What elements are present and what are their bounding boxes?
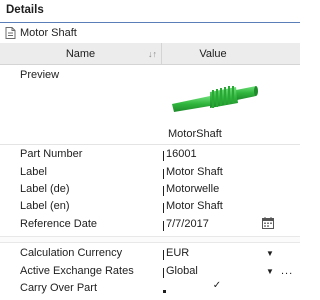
property-name: Label (20, 166, 47, 178)
property-name: Label (de) (20, 183, 70, 195)
setting-row[interactable]: Active Exchange Rates Global (0, 263, 300, 280)
setting-name: Carry Over Part (20, 282, 98, 294)
document-icon (5, 27, 16, 39)
setting-row[interactable]: Carry Over Part (0, 280, 300, 297)
chevron-down-icon[interactable]: ▼ (266, 249, 274, 259)
property-row[interactable]: Part Number 16001 (0, 146, 300, 163)
property-row[interactable]: Reference Date 7/7/2017 (0, 216, 300, 233)
property-name: Label (en) (20, 200, 70, 212)
property-row[interactable]: Label (en) Motor Shaft (0, 198, 300, 215)
property-name: Reference Date (20, 218, 98, 230)
name-column-header[interactable]: Name (0, 43, 162, 65)
property-row[interactable]: Label Motor Shaft (0, 164, 300, 181)
text-cursor (163, 151, 164, 161)
exchange-rates-select[interactable]: Global (166, 265, 198, 277)
property-value[interactable]: Motor Shaft (166, 166, 223, 178)
object-title: Motor Shaft (20, 27, 77, 39)
preview-label: Preview (20, 69, 60, 81)
chevron-down-icon[interactable]: ▼ (266, 267, 274, 277)
text-cursor (163, 203, 164, 213)
value-column-header[interactable]: Value (163, 43, 263, 65)
object-title-bar: Motor Shaft (0, 23, 300, 43)
column-header: Name ↓↑ Value (0, 43, 300, 65)
text-cursor (163, 250, 164, 260)
text-cursor (163, 186, 164, 196)
group-separator (0, 236, 300, 243)
text-cursor (163, 221, 164, 231)
text-cursor (163, 169, 164, 179)
property-value[interactable]: 16001 (166, 148, 197, 160)
property-name: Part Number (20, 148, 83, 160)
calculation-currency-select[interactable]: EUR (166, 247, 189, 259)
setting-row[interactable]: Calculation Currency EUR (0, 245, 300, 262)
property-row[interactable]: Label (de) Motorwelle (0, 181, 300, 198)
divider (0, 144, 300, 145)
carry-over-checkbox[interactable]: ✓ (212, 281, 222, 291)
setting-name: Active Exchange Rates (20, 265, 134, 277)
preview-caption: MotorShaft (168, 128, 222, 140)
shaft-preview-image (172, 86, 258, 112)
calendar-icon[interactable] (262, 217, 274, 229)
sort-az-icon[interactable]: ↓↑ (148, 48, 158, 60)
property-value[interactable]: Motor Shaft (166, 200, 223, 212)
panel-title: Details (6, 4, 44, 16)
property-value[interactable]: Motorwelle (166, 183, 219, 195)
more-options-button[interactable]: ... (281, 265, 293, 277)
panel-header: Details (0, 0, 300, 23)
details-panel: Details Motor Shaft Name ↓↑ Value Previe… (0, 0, 300, 300)
reference-date-value[interactable]: 7/7/2017 (166, 218, 209, 230)
text-cursor (163, 268, 164, 278)
setting-name: Calculation Currency (20, 247, 123, 259)
text-cursor (163, 290, 166, 293)
